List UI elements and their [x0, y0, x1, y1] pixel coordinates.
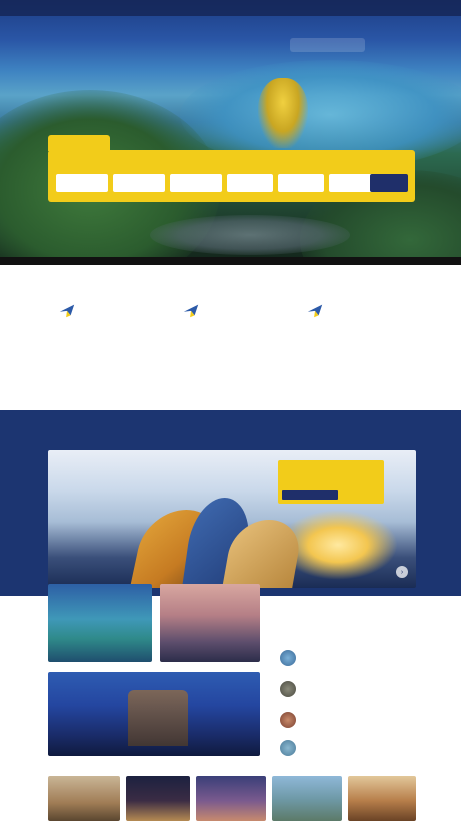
features-section — [0, 265, 461, 410]
plane-icon — [183, 304, 199, 318]
depart-date-field[interactable] — [170, 174, 222, 192]
destination-thumb — [280, 712, 296, 728]
booking-widget — [48, 150, 415, 202]
destination-thumb — [280, 650, 296, 666]
cabin-class-field[interactable] — [329, 174, 375, 192]
gallery-thumb[interactable] — [348, 776, 416, 821]
booking-fields — [56, 174, 375, 192]
plane-icon — [307, 304, 323, 318]
gallery-thumb[interactable] — [272, 776, 342, 821]
promo-card[interactable] — [278, 460, 384, 504]
search-flights-button[interactable] — [370, 174, 408, 192]
temple-silhouette — [128, 690, 188, 746]
deals-list — [270, 596, 416, 760]
chevron-right-icon[interactable]: › — [396, 566, 408, 578]
list-item[interactable] — [280, 648, 416, 668]
destination-thumb — [280, 740, 296, 756]
passengers-field[interactable] — [278, 174, 324, 192]
destination-tile[interactable] — [48, 584, 152, 662]
booking-tab-flights[interactable] — [48, 135, 110, 151]
destination-banner[interactable]: › — [48, 450, 416, 588]
utility-topbar — [0, 0, 461, 16]
plane-icon — [59, 304, 75, 318]
gallery-thumb[interactable] — [48, 776, 120, 821]
list-item[interactable] — [280, 679, 416, 699]
hero-bottom-rule — [0, 257, 461, 265]
destination-tile[interactable] — [160, 584, 260, 662]
promo-button[interactable] — [282, 490, 338, 500]
hero-traveler-figure — [258, 78, 308, 148]
return-date-field[interactable] — [227, 174, 273, 192]
gallery-thumb[interactable] — [196, 776, 266, 821]
origin-field[interactable] — [56, 174, 108, 192]
destination-field[interactable] — [113, 174, 165, 192]
hero-section — [0, 0, 461, 265]
list-item[interactable] — [280, 710, 416, 730]
nav-login-button[interactable] — [290, 38, 365, 52]
list-item[interactable] — [280, 738, 416, 758]
destination-tile[interactable] — [48, 672, 260, 756]
destinations-section: › — [0, 410, 461, 596]
hero-rocks — [150, 215, 350, 255]
gallery-thumb[interactable] — [126, 776, 190, 821]
destination-thumb — [280, 681, 296, 697]
